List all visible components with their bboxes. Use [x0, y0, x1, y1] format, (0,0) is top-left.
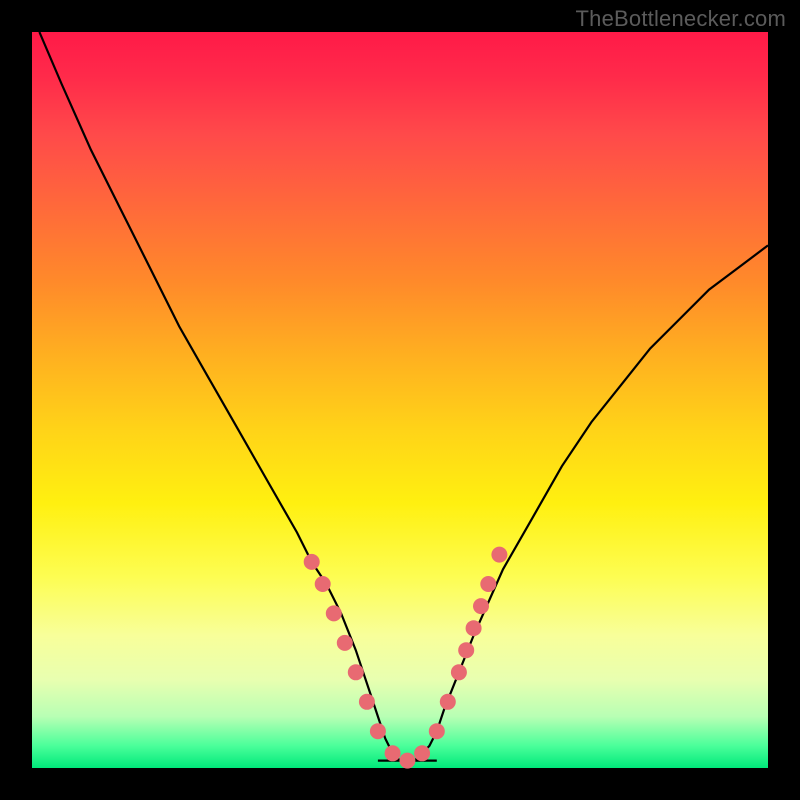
- highlight-dot: [399, 753, 415, 769]
- highlight-dots-group: [304, 547, 508, 769]
- highlight-dot: [429, 723, 445, 739]
- highlight-dot: [385, 745, 401, 761]
- highlight-dot: [315, 576, 331, 592]
- chart-svg: [32, 32, 768, 768]
- highlight-dot: [370, 723, 386, 739]
- highlight-dot: [466, 620, 482, 636]
- watermark-text: TheBottlenecker.com: [576, 6, 786, 32]
- highlight-dot: [337, 635, 353, 651]
- highlight-dot: [304, 554, 320, 570]
- highlight-dot: [348, 664, 364, 680]
- highlight-dot: [451, 664, 467, 680]
- highlight-dot: [359, 694, 375, 710]
- highlight-dot: [440, 694, 456, 710]
- chart-frame: TheBottlenecker.com: [0, 0, 800, 800]
- highlight-dot: [414, 745, 430, 761]
- highlight-dot: [473, 598, 489, 614]
- highlight-dot: [491, 547, 507, 563]
- highlight-dot: [326, 605, 342, 621]
- highlight-dot: [480, 576, 496, 592]
- plot-area: [32, 32, 768, 768]
- bottleneck-curve: [39, 32, 768, 761]
- highlight-dot: [458, 642, 474, 658]
